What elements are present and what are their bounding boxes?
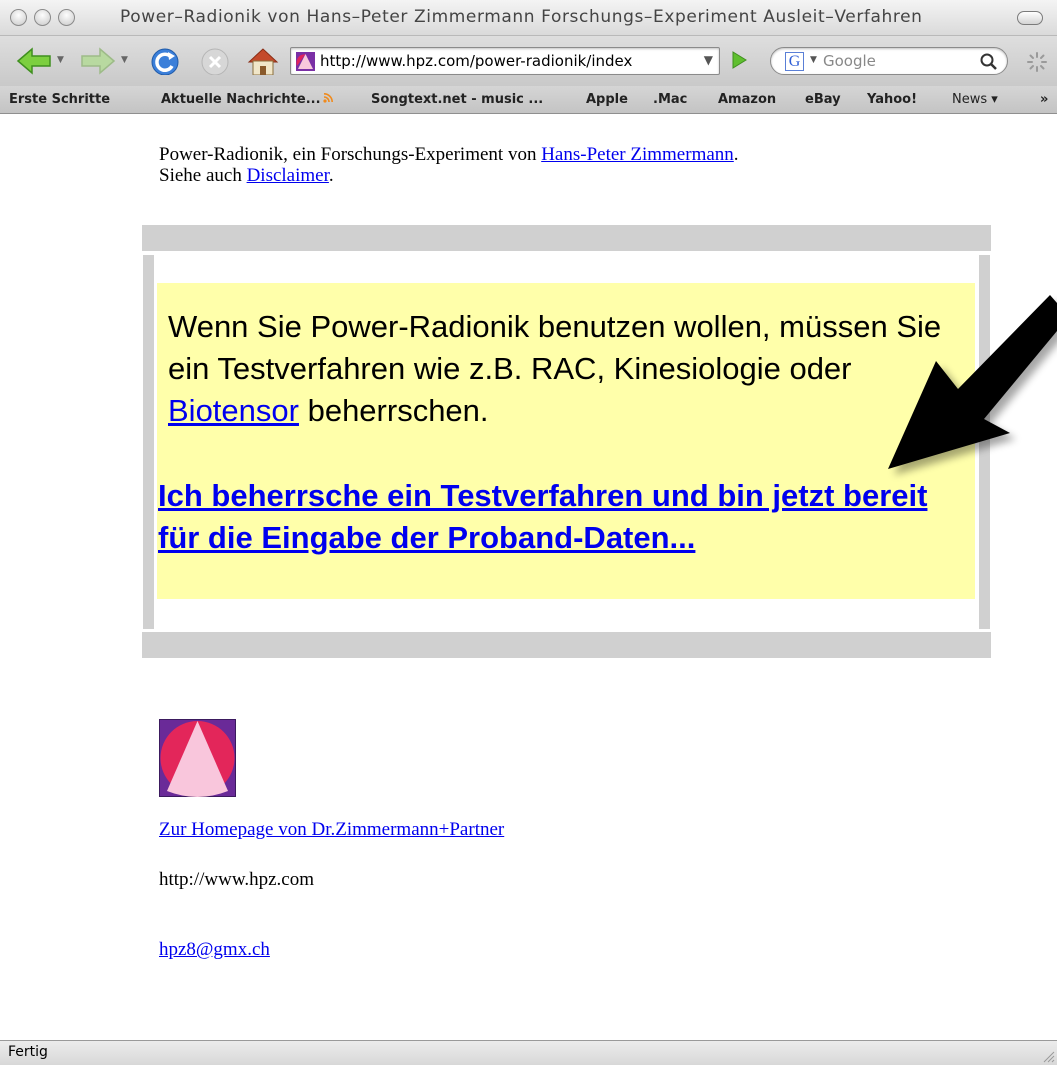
search-icon[interactable]: [980, 53, 998, 71]
navigation-toolbar: ▼ ▼ http://www.hpz.com/power-radionik/in…: [0, 36, 1057, 86]
stop-icon[interactable]: [200, 47, 230, 75]
homepage-link[interactable]: Zur Homepage von Dr.Zimmermann+Partner: [159, 819, 504, 841]
intro-suffix: .: [733, 144, 739, 165]
notice-text: Wenn Sie Power-Radionik benutzen wollen,…: [168, 306, 978, 432]
bookmark-aktuelle-nachrichten[interactable]: Aktuelle Nachrichte...: [161, 92, 333, 107]
home-icon[interactable]: [246, 47, 280, 75]
bookmark-yahoo[interactable]: Yahoo!: [867, 92, 917, 107]
biotensor-link[interactable]: Biotensor: [168, 393, 299, 428]
reload-icon[interactable]: [150, 47, 180, 75]
frame-border-left: [143, 255, 154, 629]
activity-spinner-icon: [1027, 52, 1047, 72]
see-also-prefix: Siehe auch: [159, 165, 247, 186]
close-window-button[interactable]: [10, 9, 27, 26]
company-logo-icon[interactable]: [159, 719, 236, 797]
search-placeholder[interactable]: Google: [823, 52, 876, 70]
disclaimer-link[interactable]: Disclaimer: [247, 165, 329, 186]
bookmarks-bar: Erste Schritte Aktuelle Nachrichte... So…: [0, 86, 1057, 114]
bookmark-apple[interactable]: Apple: [586, 92, 628, 107]
bookmark-label: Aktuelle Nachrichte...: [161, 92, 321, 107]
cta-block: Ich beherrsche ein Testverfahren und bin…: [158, 475, 968, 559]
rss-feed-icon: [322, 93, 333, 103]
status-text: Fertig: [8, 1044, 48, 1060]
notice-text-part-1: Wenn Sie Power-Radionik benutzen wollen,…: [168, 309, 942, 386]
search-input[interactable]: G ▼ Google: [770, 47, 1008, 75]
toolbar-toggle-button[interactable]: [1017, 11, 1043, 25]
bookmark-songtext-net[interactable]: Songtext.net - music ...: [371, 92, 543, 107]
pointing-arrow-icon: [888, 295, 1057, 469]
url-history-caret-icon[interactable]: ▼: [704, 53, 713, 67]
window-titlebar: Power–Radionik von Hans–Peter Zimmermann…: [0, 0, 1057, 36]
page-content: Power-Radionik, ein Forschungs-Experimen…: [0, 115, 1057, 1040]
site-favicon-icon: [296, 52, 315, 71]
author-link[interactable]: Hans-Peter Zimmermann: [541, 144, 734, 165]
minimize-window-button[interactable]: [34, 9, 51, 26]
bookmarks-overflow-chevron-icon[interactable]: »: [1040, 92, 1048, 107]
email-link[interactable]: hpz8@gmx.ch: [159, 939, 270, 961]
frame-border-top: [142, 225, 991, 251]
search-engine-caret-icon[interactable]: ▼: [810, 55, 817, 65]
intro-prefix: Power-Radionik, ein Forschungs-Experimen…: [159, 144, 542, 165]
bookmark-news-folder[interactable]: News ▾: [952, 92, 998, 107]
bookmark-ebay[interactable]: eBay: [805, 92, 841, 107]
see-also-suffix: .: [328, 165, 334, 186]
notice-text-part-2: beherrschen.: [298, 393, 489, 428]
frame-border-bottom: [142, 632, 991, 658]
go-arrow-icon[interactable]: [731, 51, 747, 69]
intro-paragraph: Power-Radionik, ein Forschungs-Experimen…: [159, 144, 739, 186]
back-history-caret-icon[interactable]: ▼: [57, 55, 64, 65]
bookmark-erste-schritte[interactable]: Erste Schritte: [9, 92, 110, 107]
url-text[interactable]: http://www.hpz.com/power-radionik/index: [320, 52, 694, 70]
google-engine-icon[interactable]: G: [785, 52, 804, 71]
status-bar: Fertig: [0, 1040, 1057, 1065]
url-input[interactable]: http://www.hpz.com/power-radionik/index …: [290, 47, 720, 75]
bookmark-mac[interactable]: .Mac: [653, 92, 687, 107]
zoom-window-button[interactable]: [58, 9, 75, 26]
resize-grip-icon[interactable]: [1041, 1049, 1055, 1063]
forward-arrow-icon[interactable]: [80, 47, 116, 75]
bookmark-amazon[interactable]: Amazon: [718, 92, 776, 107]
homepage-url-text: http://www.hpz.com: [159, 869, 314, 890]
enter-proband-data-link[interactable]: Ich beherrsche ein Testverfahren und bin…: [158, 478, 927, 555]
back-arrow-icon[interactable]: [16, 47, 52, 75]
forward-history-caret-icon[interactable]: ▼: [121, 55, 128, 65]
window-title: Power–Radionik von Hans–Peter Zimmermann…: [120, 7, 923, 27]
